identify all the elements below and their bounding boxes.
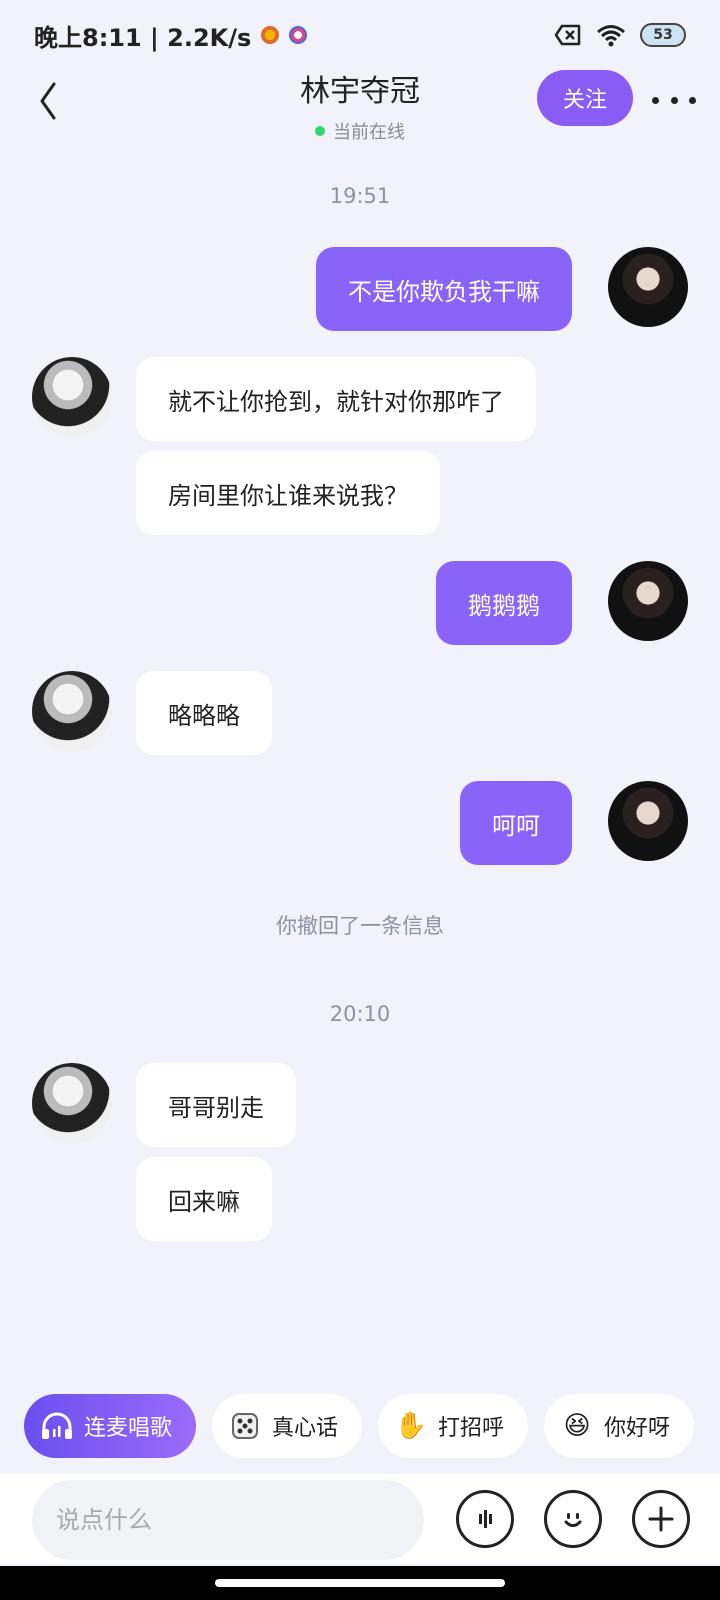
- status-time-speed: 晚上8:11 | 2.2K/s: [34, 23, 252, 52]
- chip-label: 真心话: [272, 1416, 339, 1441]
- avatar-peer[interactable]: [32, 671, 112, 751]
- notification-icon: [261, 26, 280, 44]
- recall-notice: 你撤回了一条信息: [276, 914, 444, 938]
- avatar-self[interactable]: [608, 781, 688, 861]
- headphone-icon: [40, 1409, 74, 1443]
- message-bubble-peer[interactable]: 略略略: [136, 671, 272, 755]
- home-indicator[interactable]: [215, 1579, 505, 1587]
- status-right: 53: [554, 23, 686, 47]
- battery-level: 53: [653, 27, 673, 43]
- message-bubble-peer[interactable]: 回来嘛: [136, 1157, 272, 1241]
- dot-icon: [689, 96, 696, 104]
- no-sim-icon: [554, 24, 581, 46]
- wifi-icon: [597, 25, 625, 47]
- chat-header: 林宇夺冠 当前在线 关注: [0, 70, 720, 150]
- online-status-label: 当前在线: [333, 122, 405, 143]
- chip-sing-together[interactable]: 连麦唱歌: [24, 1394, 197, 1458]
- avatar-peer[interactable]: [32, 357, 112, 437]
- message-bubble-self[interactable]: 呵呵: [460, 781, 572, 865]
- timestamp: 20:10: [329, 1002, 391, 1026]
- chip-truth[interactable]: 真心话: [212, 1394, 363, 1458]
- app-notification-icon: [289, 26, 308, 44]
- voice-button[interactable]: [456, 1490, 514, 1548]
- chip-greet[interactable]: ✋ 打招呼: [378, 1394, 529, 1458]
- follow-button[interactable]: 关注: [537, 70, 633, 126]
- avatar-peer[interactable]: [32, 1063, 112, 1143]
- timestamp: 19:51: [329, 184, 391, 208]
- more-options-button[interactable]: [652, 82, 696, 118]
- quick-reply-bar: 连麦唱歌 真心话 ✋ 打招呼 😆 你好呀: [0, 1394, 720, 1460]
- online-status: 当前在线: [315, 118, 405, 144]
- avatar-self[interactable]: [608, 561, 688, 641]
- status-left: 晚上8:11 | 2.2K/s: [34, 18, 308, 53]
- chip-hello[interactable]: 😆 你好呀: [544, 1394, 695, 1458]
- message-bubble-peer[interactable]: 房间里你让谁来说我？: [136, 451, 440, 535]
- chip-label: 你好呀: [604, 1416, 671, 1441]
- add-button[interactable]: [632, 1490, 690, 1548]
- message-bubble-peer[interactable]: 哥哥别走: [136, 1063, 296, 1147]
- dot-icon: [670, 96, 678, 104]
- laughing-face-icon: 😆: [563, 1411, 591, 1441]
- dice-icon: [228, 1409, 262, 1443]
- message-bubble-self[interactable]: 鹅鹅鹅: [436, 561, 572, 645]
- message-input[interactable]: [32, 1480, 424, 1560]
- avatar-self[interactable]: [608, 247, 688, 327]
- voice-wave-icon: [479, 1510, 492, 1528]
- input-bar: [0, 1474, 720, 1564]
- message-bubble-peer[interactable]: 就不让你抢到，就针对你那咋了: [136, 357, 536, 441]
- online-dot-icon: [315, 126, 325, 136]
- chip-label: 打招呼: [438, 1416, 505, 1441]
- system-nav-bar: [0, 1566, 720, 1600]
- battery-icon: 53: [640, 23, 686, 47]
- emoji-button[interactable]: [544, 1490, 602, 1548]
- plus-icon: [648, 1506, 674, 1532]
- message-bubble-self[interactable]: 不是你欺负我干嘛: [316, 247, 572, 331]
- smile-icon: [564, 1513, 582, 1527]
- status-bar: 晚上8:11 | 2.2K/s 53: [0, 0, 720, 70]
- dot-icon: [652, 96, 659, 104]
- wave-hand-icon: ✋: [394, 1411, 428, 1441]
- chip-label: 连麦唱歌: [84, 1416, 173, 1441]
